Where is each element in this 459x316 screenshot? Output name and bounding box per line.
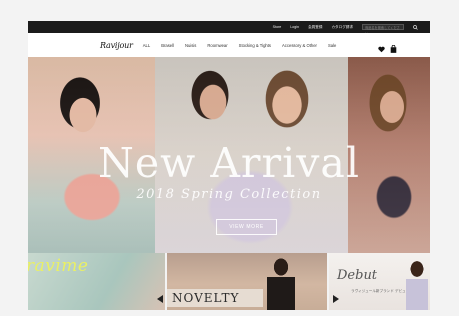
topbar-link-catalog[interactable]: カタログ請求 <box>331 25 353 30</box>
search-input[interactable]: 商品名を検索してください <box>362 24 404 36</box>
top-utility-bar: Store Login 会員登録 カタログ請求 商品名を検索してください <box>28 21 430 36</box>
banner-debut-text: Debut <box>337 268 378 283</box>
nav-item-nuisis[interactable]: Nuisis <box>185 43 196 48</box>
banner-novelty[interactable]: NOVELTY <box>167 253 327 310</box>
hero-carousel[interactable]: New Arrival 2018 Spring Collection VIEW … <box>28 57 430 253</box>
promo-banners: ravime NOVELTY Debut ラヴィジュール新ブランド デビュー <box>28 253 430 310</box>
topbar-link-login[interactable]: Login <box>290 25 299 29</box>
carousel-next-icon[interactable] <box>333 295 339 303</box>
banner-debut-caption: ラヴィジュール新ブランド デビュー <box>351 289 410 293</box>
main-nav: Ravijour ALL Brasell Nuisis Roomwear Sto… <box>28 33 430 57</box>
hero-subtitle: 2018 Spring Collection <box>136 187 322 202</box>
page: Store Login 会員登録 カタログ請求 商品名を検索してください Rav… <box>0 0 459 316</box>
nav-item-sale[interactable]: Sale <box>328 43 336 48</box>
search-icon[interactable] <box>413 24 418 30</box>
nav-item-brasell[interactable]: Brasell <box>161 43 174 48</box>
nav-item-all[interactable]: ALL <box>143 43 150 48</box>
carousel-prev-icon[interactable] <box>157 295 163 303</box>
bag-icon[interactable] <box>390 40 397 58</box>
topbar-link-register[interactable]: 会員登録 <box>308 25 322 30</box>
nav-item-accessory[interactable]: Accessory & Other <box>282 43 317 48</box>
banner-novelty-text: NOVELTY <box>172 291 240 305</box>
brand-logo[interactable]: Ravijour <box>100 41 133 50</box>
view-more-button[interactable]: VIEW MORE <box>216 219 277 235</box>
nav-item-roomwear[interactable]: Roomwear <box>207 43 227 48</box>
topbar-link-store[interactable]: Store <box>273 25 282 29</box>
banner-ravime-text: ravime <box>28 256 89 276</box>
heart-icon[interactable] <box>378 40 385 58</box>
nav-item-stocking[interactable]: Stocking & Tights <box>239 43 271 48</box>
hero-title: New Arrival <box>98 139 360 187</box>
banner-debut[interactable]: Debut ラヴィジュール新ブランド デビュー <box>329 253 430 310</box>
banner-ravime[interactable]: ravime <box>28 253 165 310</box>
